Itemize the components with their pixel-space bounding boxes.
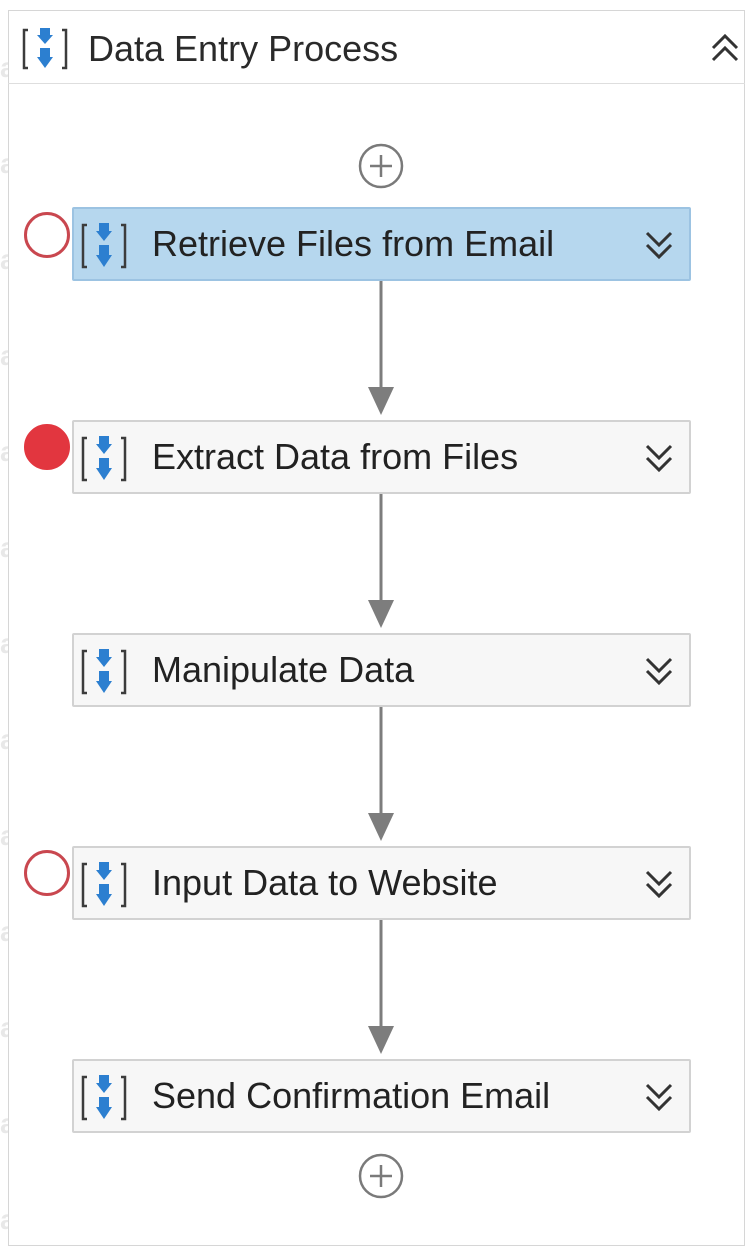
sequence-icon xyxy=(81,862,127,908)
activity-manipulate-data[interactable]: Manipulate Data xyxy=(72,633,691,707)
activity-label: Extract Data from Files xyxy=(152,436,519,477)
activity-label: Input Data to Website xyxy=(152,862,498,903)
connector-arrow-1 xyxy=(368,281,394,415)
sequence-title: Data Entry Process xyxy=(88,28,399,69)
expand-chevron-down-icon[interactable] xyxy=(641,227,677,263)
activity-label: Retrieve Files from Email xyxy=(152,223,555,264)
activity-label: Manipulate Data xyxy=(152,649,415,690)
breakpoint-marker-filled[interactable] xyxy=(24,424,70,470)
expand-chevron-down-icon[interactable] xyxy=(641,1079,677,1115)
sequence-header[interactable]: Data Entry Process xyxy=(8,10,745,84)
expand-chevron-down-icon[interactable] xyxy=(641,440,677,476)
sequence-icon xyxy=(81,436,127,482)
activity-retrieve-files-from-email[interactable]: Retrieve Files from Email xyxy=(72,207,691,281)
connector-arrow-3 xyxy=(368,707,394,841)
activity-input-data-to-website[interactable]: Input Data to Website xyxy=(72,846,691,920)
breakpoint-marker-hollow[interactable] xyxy=(24,850,70,896)
add-activity-bottom-icon[interactable] xyxy=(357,1152,405,1200)
expand-chevron-down-icon[interactable] xyxy=(641,653,677,689)
sequence-icon xyxy=(22,28,68,70)
sequence-icon xyxy=(81,1075,127,1121)
sequence-icon xyxy=(81,649,127,695)
expand-chevron-down-icon[interactable] xyxy=(641,866,677,902)
activity-send-confirmation-email[interactable]: Send Confirmation Email xyxy=(72,1059,691,1133)
activity-label: Send Confirmation Email xyxy=(152,1075,551,1116)
connector-arrow-4 xyxy=(368,920,394,1054)
breakpoint-marker-hollow[interactable] xyxy=(24,212,70,258)
connector-arrow-2 xyxy=(368,494,394,628)
add-activity-top-icon[interactable] xyxy=(357,142,405,190)
sequence-icon xyxy=(81,223,127,269)
activity-extract-data-from-files[interactable]: Extract Data from Files xyxy=(72,420,691,494)
collapse-chevron-up-icon[interactable] xyxy=(707,30,743,66)
